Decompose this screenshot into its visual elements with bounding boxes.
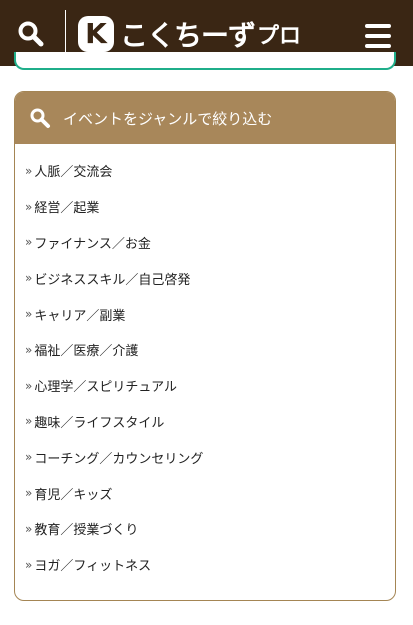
chevron-right-icon: » — [25, 342, 33, 357]
logo-text: こくちーず — [120, 19, 256, 52]
search-button[interactable] — [16, 19, 46, 49]
search-icon — [30, 108, 50, 128]
search-icon — [18, 21, 44, 47]
genre-link[interactable]: » 経営／起業 — [25, 189, 203, 225]
chevron-right-icon: » — [25, 163, 33, 178]
genre-link[interactable]: » キャリア／副業 — [25, 296, 203, 332]
genre-link[interactable]: » コーチング／カウンセリング — [25, 439, 203, 475]
chevron-right-icon: » — [25, 235, 33, 250]
genre-filter-header[interactable]: イベントをジャンルで絞り込む — [15, 92, 395, 144]
genre-link[interactable]: » 心理学／スピリチュアル — [25, 368, 203, 404]
chevron-right-icon: » — [25, 307, 33, 322]
genre-link[interactable]: » 育児／キッズ — [25, 475, 203, 511]
genre-link[interactable]: » 人脈／交流会 — [25, 153, 203, 189]
genre-link[interactable]: » 趣味／ライフスタイル — [25, 404, 203, 440]
genre-link[interactable]: » ファイナンス／お金 — [25, 225, 203, 261]
genre-label: コーチング／カウンセリング — [34, 451, 204, 467]
genre-label: キャリア／副業 — [34, 308, 126, 324]
genre-link[interactable]: » 福祉／医療／介護 — [25, 332, 203, 368]
content-card-bottom-edge — [14, 52, 396, 70]
genre-link[interactable]: » ビジネススキル／自己啓発 — [25, 260, 203, 296]
genre-label: 教育／授業づくり — [34, 523, 139, 539]
genre-label: 経営／起業 — [34, 201, 100, 217]
chevron-right-icon: » — [25, 557, 33, 572]
genre-label: ファイナンス／お金 — [34, 236, 151, 252]
genre-label: 人脈／交流会 — [34, 165, 113, 181]
genre-label: ヨガ／フィットネス — [34, 559, 152, 575]
chevron-right-icon: » — [25, 450, 33, 465]
genre-label: 心理学／スピリチュアル — [34, 380, 177, 396]
logo-suffix: プロ — [257, 24, 302, 49]
logo-mark-icon: K — [78, 16, 114, 52]
genre-label: 育児／キッズ — [34, 487, 113, 503]
logo-mark-letter: K — [85, 17, 107, 50]
genre-label: 趣味／ライフスタイル — [34, 415, 165, 431]
genre-list: » 人脈／交流会» 経営／起業» ファイナンス／お金» ビジネススキル／自己啓発» キャリ… — [25, 153, 203, 583]
genre-filter-panel: イベントをジャンルで絞り込む » 人脈／交流会» 経営／起業» ファイナンス／お金» ビ… — [14, 91, 396, 601]
genre-filter-title: イベントをジャンルで絞り込む — [63, 109, 273, 128]
genre-label: ビジネススキル／自己啓発 — [34, 272, 191, 288]
genre-label: 福祉／医療／介護 — [34, 344, 139, 360]
genre-link[interactable]: » 教育／授業づくり — [25, 511, 203, 547]
chevron-right-icon: » — [25, 378, 33, 393]
chevron-right-icon: » — [25, 486, 33, 501]
hamburger-menu-icon[interactable] — [365, 24, 391, 48]
chevron-right-icon: » — [25, 521, 33, 536]
chevron-right-icon: » — [25, 271, 33, 286]
genre-link[interactable]: » ヨガ／フィットネス — [25, 547, 203, 583]
site-logo[interactable]: K こくちーず プロ — [78, 14, 301, 54]
chevron-right-icon: » — [25, 414, 33, 429]
chevron-right-icon: » — [25, 199, 33, 214]
